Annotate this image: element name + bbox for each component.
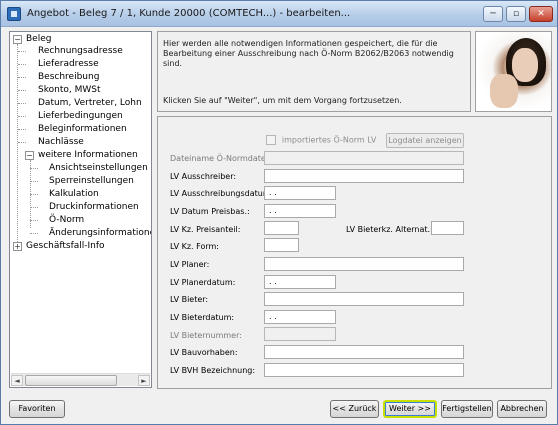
title-bar[interactable]: Angebot - Beleg 7 / 1, Kunde 20000 (COMT… (1, 1, 557, 27)
app-icon (7, 7, 21, 21)
favorites-button[interactable]: Favoriten (9, 400, 65, 418)
label-form: LV Kz. Form: (170, 242, 219, 251)
window-title: Angebot - Beleg 7 / 1, Kunde 20000 (COMT… (27, 8, 351, 19)
tree-item-ansichtseinstellungen[interactable]: Ansichtseinstellungen (49, 162, 148, 174)
tree-item-druckinformationen[interactable]: Druckinformationen (49, 201, 139, 213)
scroll-right-icon[interactable]: ► (138, 375, 150, 386)
back-button[interactable]: << Zurück (330, 400, 379, 418)
navigation-tree[interactable]: − Beleg Rechnungsadresse Lieferadresse B… (9, 31, 152, 388)
label-ausschreiber: LV Ausschreiber: (170, 172, 237, 181)
planer-field[interactable] (264, 257, 464, 271)
next-button[interactable]: Weiter >> (383, 400, 437, 418)
minimize-button[interactable]: ─ (483, 6, 503, 22)
import-checkbox-label: importiertes Ö-Norm LV (281, 135, 377, 145)
label-datum-preisbasis: LV Datum Preisbas.: (170, 207, 250, 216)
bieter-field[interactable] (264, 292, 464, 306)
label-dateiname: Dateiname Ö-Normdatei: (170, 154, 271, 163)
info-panel: Hier werden alle notwendigen Information… (157, 31, 471, 112)
form-field[interactable] (264, 238, 299, 252)
label-preisanteil: LV Kz. Preisanteil: (170, 225, 241, 234)
horizontal-scrollbar[interactable]: ◄ ► (11, 373, 150, 386)
bieterdatum-field[interactable]: . . (264, 310, 336, 324)
label-ausschreibungsdatum: LV Ausschreibungsdatum: (170, 189, 274, 198)
tree-item-geschaeftsfall-info[interactable]: Geschäftsfall-Info (26, 240, 105, 252)
tree-item-rechnungsadresse[interactable]: Rechnungsadresse (38, 45, 123, 57)
tree-item-aenderungsinformationen[interactable]: Änderungsinformationen (49, 227, 151, 239)
tree-item-kalkulation[interactable]: Kalkulation (49, 188, 99, 200)
tree-item-weitere-informationen[interactable]: weitere Informationen (38, 149, 138, 161)
label-planerdatum: LV Planerdatum: (170, 278, 236, 287)
info-text: Hier werden alle notwendigen Information… (163, 39, 454, 68)
import-checkbox[interactable] (266, 135, 276, 145)
wizard-window: Angebot - Beleg 7 / 1, Kunde 20000 (COMT… (0, 0, 558, 425)
bieternummer-field (264, 327, 336, 341)
ausschreibungsdatum-field[interactable]: . . (264, 186, 336, 200)
label-planer: LV Planer: (170, 260, 210, 269)
bauvorhaben-field[interactable] (264, 345, 464, 359)
planerdatum-field[interactable]: . . (264, 275, 336, 289)
oe-norm-form: importiertes Ö-Norm LV Logdatei anzeigen… (157, 116, 552, 389)
collapse-icon[interactable]: − (25, 151, 34, 160)
support-photo (475, 31, 552, 112)
maximize-button[interactable]: ▫ (506, 6, 526, 22)
import-checkbox-row: importiertes Ö-Norm LV (266, 135, 376, 146)
tree-item-nachlaesse[interactable]: Nachlässe (38, 136, 84, 148)
finish-button[interactable]: Fertigstellen (441, 400, 493, 418)
label-bieterdatum: LV Bieterdatum: (170, 313, 235, 322)
ausschreiber-field[interactable] (264, 169, 464, 183)
tree-item-sperreinstellungen[interactable]: Sperreinstellungen (49, 175, 134, 187)
cancel-button[interactable]: Abbrechen (497, 400, 547, 418)
scroll-thumb[interactable] (25, 375, 117, 386)
close-button[interactable]: ✕ (529, 6, 553, 22)
scroll-left-icon[interactable]: ◄ (11, 375, 23, 386)
tree-item-beleginformationen[interactable]: Beleginformationen (38, 123, 127, 135)
label-bieterkz: LV Bieterkz. Alternat.: (346, 225, 433, 234)
label-bieter: LV Bieter: (170, 295, 209, 304)
bieterkz-field[interactable] (431, 221, 464, 235)
dateiname-field (264, 151, 464, 165)
label-bvh-bezeichnung: LV BVH Bezeichnung: (170, 366, 256, 375)
expand-icon[interactable]: + (13, 242, 22, 251)
tree-item-lieferadresse[interactable]: Lieferadresse (38, 58, 99, 70)
tree-item-datum[interactable]: Datum, Vertreter, Lohn (38, 97, 142, 109)
bvh-bezeichnung-field[interactable] (264, 363, 464, 377)
show-logfile-button[interactable]: Logdatei anzeigen (386, 133, 464, 148)
tree-item-beleg[interactable]: Beleg (26, 33, 51, 45)
tree-item-skonto[interactable]: Skonto, MWSt (38, 84, 100, 96)
label-bauvorhaben: LV Bauvorhaben: (170, 348, 238, 357)
collapse-icon[interactable]: − (13, 35, 22, 44)
datum-preisbasis-field[interactable]: . . (264, 204, 336, 218)
tree-item-lieferbedingungen[interactable]: Lieferbedingungen (38, 110, 123, 122)
info-hint: Klicken Sie auf "Weiter", um mit dem Vor… (163, 96, 402, 105)
tree-item-beschreibung[interactable]: Beschreibung (38, 71, 99, 83)
preisanteil-field[interactable] (264, 221, 299, 235)
tree-item-oe-norm[interactable]: Ö-Norm (49, 214, 84, 226)
label-bieternummer: LV Bieternummer: (170, 331, 242, 340)
tree-connector (17, 44, 18, 244)
